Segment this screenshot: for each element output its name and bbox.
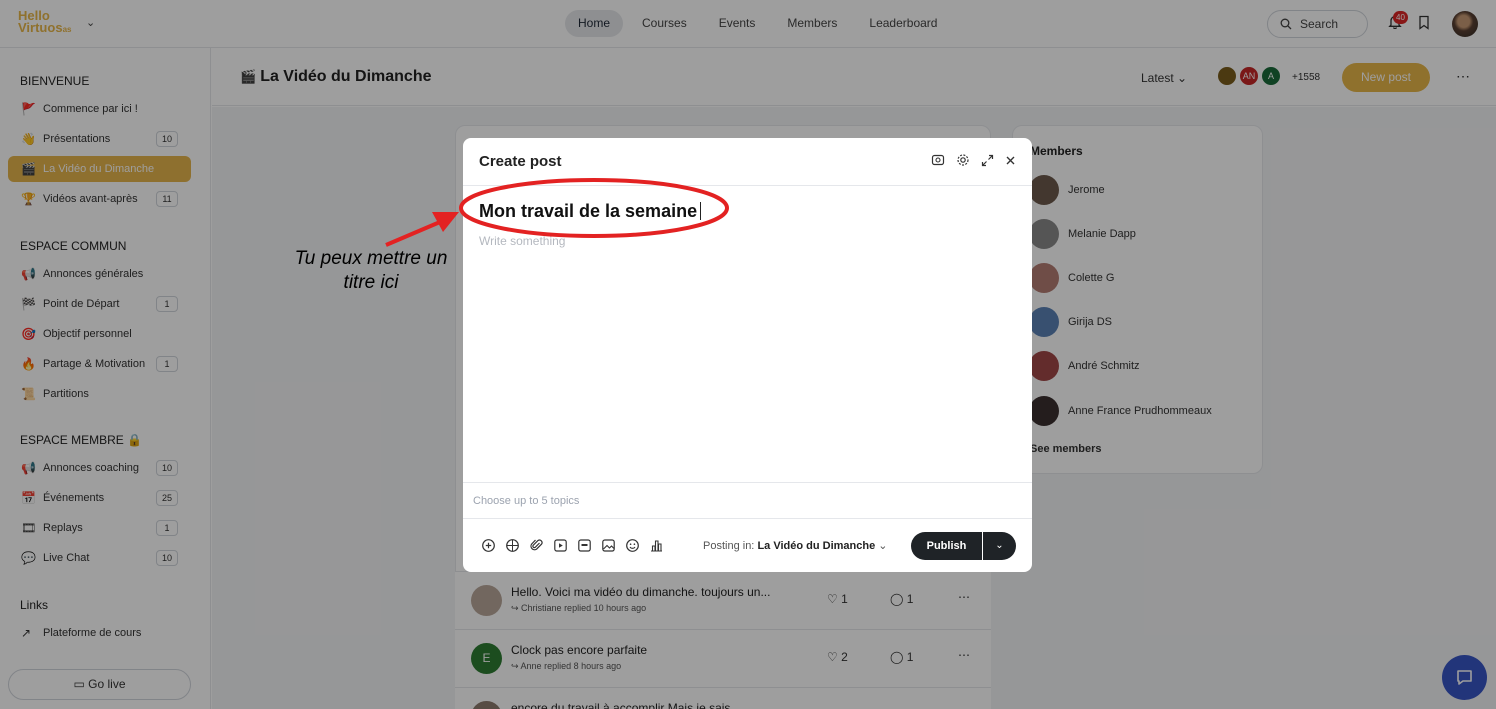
highlight-ellipse — [459, 178, 729, 238]
annotation-overlay — [385, 178, 729, 247]
annotation-arrow-line — [385, 220, 441, 247]
annotation-text: Tu peux mettre un titre ici — [278, 247, 464, 295]
annotation-line-1: Tu peux mettre un — [294, 248, 448, 269]
annotation-line-2: titre ici — [343, 272, 399, 293]
